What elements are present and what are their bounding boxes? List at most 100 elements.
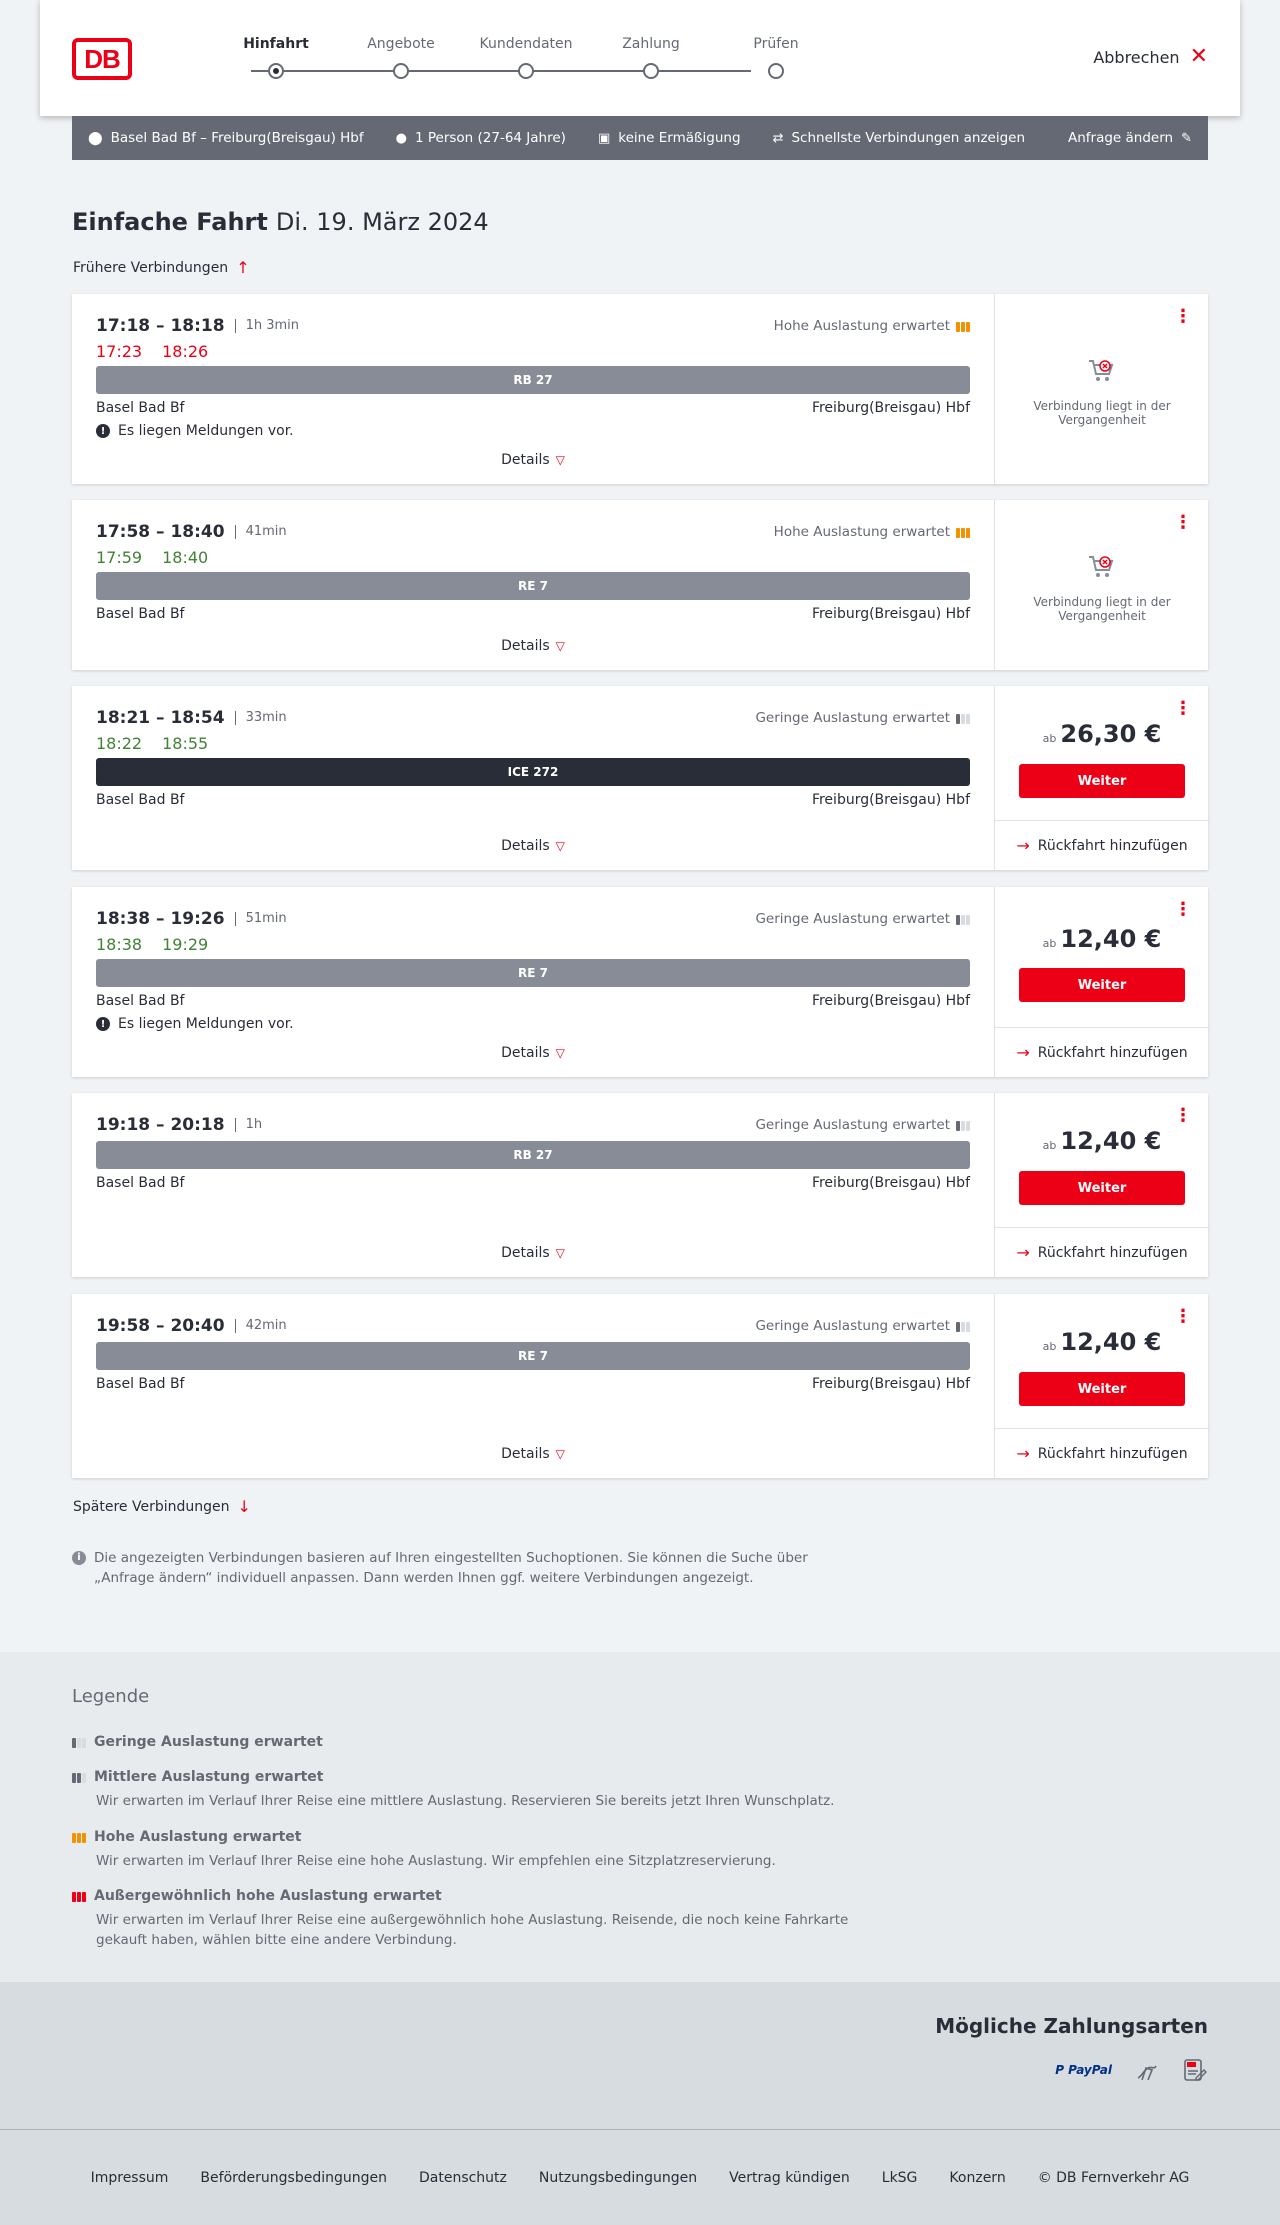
continue-button[interactable]: Weiter — [1019, 1171, 1185, 1205]
later-label: Spätere Verbindungen — [73, 1498, 230, 1515]
summary-discount[interactable]: ▣ keine Ermäßigung — [598, 130, 741, 146]
connection-card[interactable]: 17:18 – 18:18 1h 3min 17:23 18:26 Hohe Aus… — [72, 294, 1208, 484]
step-dot — [518, 63, 534, 79]
stepper-line — [251, 70, 751, 72]
occupancy-high-icon — [956, 526, 970, 538]
details-toggle[interactable]: Details ▽ — [72, 1446, 994, 1462]
more-options-icon[interactable]: ⋮ — [1174, 901, 1192, 919]
cancel-button[interactable]: Abbrechen ✕ — [1093, 46, 1208, 68]
details-toggle[interactable]: Details ▽ — [72, 1245, 994, 1261]
message-text: Es liegen Meldungen vor. — [118, 423, 294, 439]
stations: Basel Bad Bf Freiburg(Breisgau) Hbf — [96, 993, 970, 1009]
details-label: Details — [501, 1446, 550, 1462]
times-text: 19:18 – 20:18 — [96, 1115, 225, 1135]
summary-travellers[interactable]: ● 1 Person (27-64 Jahre) — [396, 130, 566, 146]
connection-card[interactable]: 18:38 – 19:26 51min 18:38 19:29 Geringe Au… — [72, 887, 1209, 1077]
change-request-button[interactable]: Anfrage ändern ✎ — [1068, 130, 1192, 146]
connection-card[interactable]: 19:18 – 20:18 1h Geringe Auslastung erwar… — [72, 1093, 1209, 1277]
later-connections-link[interactable]: Spätere Verbindungen ↓ — [73, 1497, 251, 1516]
train-bar[interactable]: RB 27 — [96, 1141, 970, 1169]
arrow-right-icon: → — [1016, 1043, 1030, 1062]
continue-button[interactable]: Weiter — [1019, 764, 1185, 798]
occupancy-indicator: Hohe Auslastung erwartet — [774, 318, 970, 334]
offer-column: ⋮ ab 12,40 € Weiter → Rückfahrt hinzufügen — [994, 1093, 1209, 1277]
destination-station: Freiburg(Breisgau) Hbf — [811, 1175, 970, 1191]
step-label: Hinfahrt — [243, 36, 309, 52]
train-bar[interactable]: RE 7 — [96, 959, 970, 987]
more-options-icon[interactable]: ⋮ — [1174, 700, 1192, 718]
footer-link-impressum[interactable]: Impressum — [91, 2170, 169, 2186]
destination-station: Freiburg(Breisgau) Hbf — [811, 1376, 970, 1392]
more-options-icon[interactable]: ⋮ — [1174, 1308, 1192, 1326]
more-options-icon[interactable]: ⋮ — [1174, 1107, 1192, 1125]
arrow-right-icon: → — [1016, 1243, 1030, 1262]
header: DB Hinfahrt Angebote Kundendaten Zahlung… — [40, 0, 1240, 116]
footer-link-datenschutz[interactable]: Datenschutz — [419, 2170, 507, 2186]
details-toggle[interactable]: Details ▽ — [72, 452, 994, 468]
connection-card[interactable]: 19:58 – 20:40 42min Geringe Auslastung er… — [72, 1294, 1209, 1478]
origin-station: Basel Bad Bf — [96, 993, 185, 1009]
more-options-icon[interactable]: ⋮ — [1174, 514, 1192, 532]
occupancy-low-icon — [956, 1119, 970, 1131]
times-text: 19:58 – 20:40 — [96, 1316, 225, 1336]
continue-button[interactable]: Weiter — [1019, 968, 1185, 1002]
footer-link-befoerderungsbedingungen[interactable]: Beförderungsbedingungen — [200, 2170, 387, 2186]
legend-item-desc: Wir erwarten im Verlauf Ihrer Reise eine… — [96, 1853, 776, 1869]
origin-station: Basel Bad Bf — [96, 400, 185, 416]
continue-button[interactable]: Weiter — [1019, 1372, 1185, 1406]
db-logo[interactable]: DB — [72, 38, 132, 80]
cancel-label: Abbrechen — [1093, 47, 1180, 67]
add-return-button[interactable]: → Rückfahrt hinzufügen — [995, 1227, 1209, 1277]
trip-date: Di. 19. März 2024 — [275, 208, 489, 236]
footer-link-nutzungsbedingungen[interactable]: Nutzungsbedingungen — [539, 2170, 697, 2186]
connection-card[interactable]: 18:21 – 18:54 33min 18:22 18:55 Geringe Au… — [72, 686, 1209, 870]
add-return-button[interactable]: → Rückfahrt hinzufügen — [995, 1027, 1209, 1077]
details-label: Details — [501, 1245, 550, 1261]
step-zahlung: Zahlung — [586, 36, 716, 79]
details-toggle[interactable]: Details ▽ — [72, 838, 994, 854]
origin-station: Basel Bad Bf — [96, 1175, 185, 1191]
stations: Basel Bad Bf Freiburg(Breisgau) Hbf — [96, 792, 970, 808]
footer-link-lksg[interactable]: LkSG — [882, 2170, 918, 2186]
arrow-right-icon: → — [1016, 1444, 1030, 1463]
occupancy-label: Geringe Auslastung erwartet — [755, 1318, 950, 1334]
fastest-text: Schnellste Verbindungen anzeigen — [791, 130, 1026, 146]
occupancy-label: Geringe Auslastung erwartet — [755, 1117, 950, 1133]
occupancy-high-icon — [956, 320, 970, 332]
bahncard-icon: ▣ — [597, 130, 611, 146]
booking-stepper: Hinfahrt Angebote Kundendaten Zahlung Pr… — [211, 36, 799, 86]
legend-title: Legende — [72, 1686, 150, 1707]
planned-times: 18:21 – 18:54 33min — [96, 708, 287, 728]
earlier-connections-link[interactable]: Frühere Verbindungen ↑ — [73, 258, 250, 277]
step-label: Zahlung — [622, 36, 680, 52]
add-return-button[interactable]: → Rückfahrt hinzufügen — [995, 1428, 1209, 1478]
connection-main: 17:18 – 18:18 1h 3min 17:23 18:26 Hohe Aus… — [72, 294, 994, 484]
train-bar[interactable]: ICE 272 — [96, 758, 970, 786]
train-bar[interactable]: RE 7 — [96, 1342, 970, 1370]
add-return-button[interactable]: → Rückfahrt hinzufügen — [995, 820, 1209, 870]
connection-card[interactable]: 17:58 – 18:40 41min 17:59 18:40 Hohe Ausla… — [72, 500, 1208, 670]
planned-times: 17:18 – 18:18 1h 3min — [96, 316, 299, 336]
chevron-down-icon: ▽ — [555, 839, 565, 853]
more-options-icon[interactable]: ⋮ — [1174, 308, 1192, 326]
footer-link-vertrag-kuendigen[interactable]: Vertrag kündigen — [729, 2170, 850, 2186]
price-prefix: ab — [1042, 937, 1057, 950]
legend-item-title: Außergewöhnlich hohe Auslastung erwartet — [94, 1888, 442, 1904]
times-text: 18:21 – 18:54 — [96, 708, 225, 728]
summary-fastest[interactable]: ⇄ Schnellste Verbindungen anzeigen — [773, 130, 1025, 146]
planned-times: 17:58 – 18:40 41min — [96, 522, 287, 542]
planned-times: 19:58 – 20:40 42min — [96, 1316, 287, 1336]
price-value: 12,40 € — [1060, 1328, 1162, 1356]
price: ab 12,40 € — [995, 1328, 1209, 1356]
footer-link-konzern[interactable]: Konzern — [949, 2170, 1005, 2186]
details-toggle[interactable]: Details ▽ — [72, 1045, 994, 1061]
summary-route[interactable]: ⬤ Basel Bad Bf – Freiburg(Breisgau) Hbf — [88, 130, 364, 146]
return-label: Rückfahrt hinzufügen — [1037, 1244, 1188, 1261]
legend-item-title: Geringe Auslastung erwartet — [94, 1734, 323, 1750]
step-label: Prüfen — [753, 36, 799, 52]
details-toggle[interactable]: Details ▽ — [72, 638, 994, 654]
train-bar[interactable]: RE 7 — [96, 572, 970, 600]
planned-times: 19:18 – 20:18 1h — [96, 1115, 262, 1135]
change-text: Anfrage ändern — [1067, 130, 1174, 146]
train-bar[interactable]: RB 27 — [96, 366, 970, 394]
